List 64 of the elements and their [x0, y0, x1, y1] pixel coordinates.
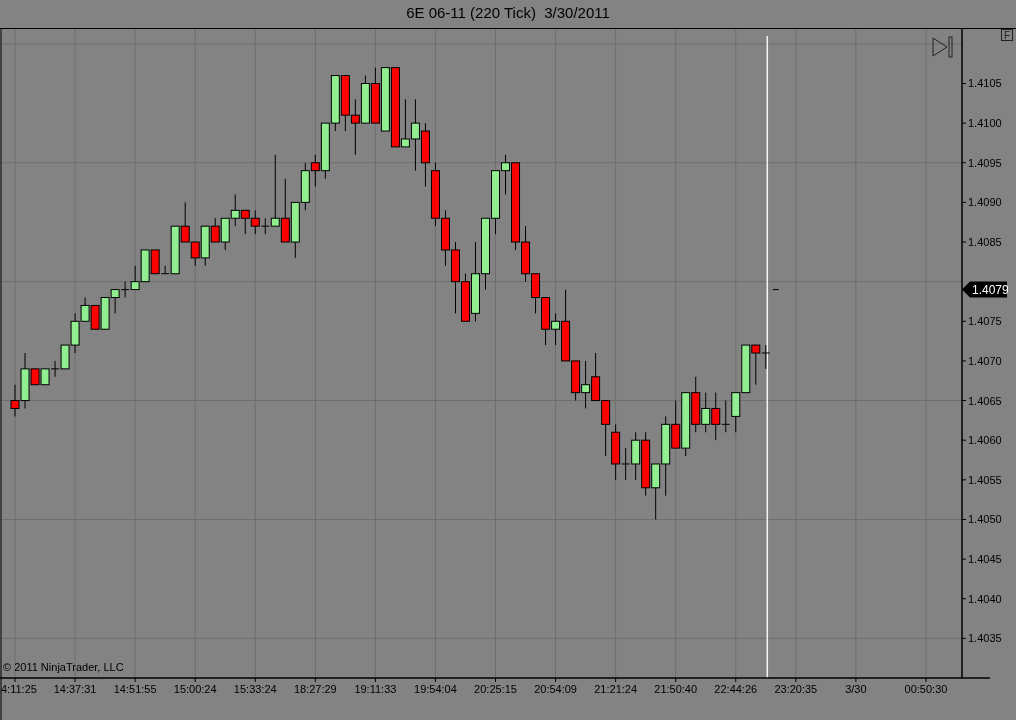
candlestick	[420, 122, 430, 188]
time-axis-label: 00:50:30	[904, 683, 948, 695]
candlestick	[531, 273, 541, 314]
candlestick	[330, 75, 340, 132]
candlestick	[701, 392, 711, 433]
time-axis-label: 23:20:35	[774, 683, 818, 695]
candlestick	[230, 193, 240, 227]
candlestick	[430, 162, 440, 227]
time-axis-label: 4:11:25	[1, 683, 37, 695]
time-axis-label: 3/30	[845, 683, 867, 695]
time-axis-label: 15:00:24	[173, 683, 217, 695]
candlestick	[681, 392, 691, 457]
price-axis-label: 1.4105	[968, 77, 1002, 90]
candlestick	[691, 376, 701, 433]
candlestick	[641, 431, 651, 497]
time-axis-label: 20:54:09	[534, 683, 577, 695]
candlestick	[731, 392, 741, 433]
candlestick	[601, 400, 611, 457]
price-axis-label: 1.4075	[968, 315, 1002, 328]
candlestick	[290, 201, 300, 259]
candlestick	[360, 75, 370, 124]
candlestick	[220, 217, 230, 251]
candlestick	[350, 98, 360, 156]
candlestick	[380, 67, 390, 132]
price-dash	[772, 289, 780, 291]
price-axis-label: 1.4060	[968, 434, 1002, 447]
price-axis-label: 1.4050	[968, 513, 1002, 526]
time-axis-label: 15:33:24	[233, 683, 277, 695]
candlestick	[90, 304, 100, 330]
candlestick	[370, 67, 380, 124]
price-axis-label: 1.4070	[968, 354, 1002, 367]
candlestick	[440, 209, 450, 267]
chart-title: 6E 06-11 (220 Tick) 3/30/2011	[405, 3, 611, 23]
time-axis-label: 19:11:33	[354, 683, 397, 695]
candlestick	[280, 178, 290, 243]
time-axis-label: 21:50:40	[654, 683, 698, 695]
time-axis-label: 14:51:55	[113, 683, 157, 695]
price-axis-label: 1.4045	[968, 553, 1002, 566]
candlestick	[100, 297, 110, 330]
candlestick	[591, 352, 601, 402]
candlestick	[40, 368, 50, 386]
last-price-label: 1.4079	[962, 281, 1009, 298]
scroll-to-end-icon[interactable]	[932, 36, 953, 58]
candlestick	[140, 249, 150, 283]
candlestick	[741, 344, 751, 394]
candlestick	[581, 360, 591, 409]
candlestick	[340, 75, 350, 132]
price-axis-label: 1.4040	[968, 592, 1002, 605]
time-axis-label: 19:54:04	[414, 683, 457, 695]
price-axis-label: 1.4100	[968, 117, 1002, 130]
price-axis-label: 1.4065	[968, 394, 1002, 407]
time-axis-label: 14:37:31	[53, 683, 97, 695]
price-axis-label: 1.4090	[968, 196, 1002, 209]
price-axis-label: 1.4085	[968, 236, 1002, 248]
copyright-text: © 2011 NinjaTrader, LLC	[3, 661, 124, 673]
price-axis-label: 1.4095	[968, 156, 1002, 169]
toggle-button[interactable]: F	[1001, 29, 1013, 41]
time-axis-label: 21:21:24	[594, 683, 638, 695]
time-axis-label: 22:44:26	[714, 683, 758, 695]
time-axis-label: 18:27:29	[293, 683, 337, 695]
price-axis-label: 1.4035	[968, 632, 1002, 645]
time-axis-label: 20:25:15	[474, 683, 517, 695]
price-axis-label: 1.4055	[968, 473, 1002, 486]
candlestick	[240, 209, 250, 235]
